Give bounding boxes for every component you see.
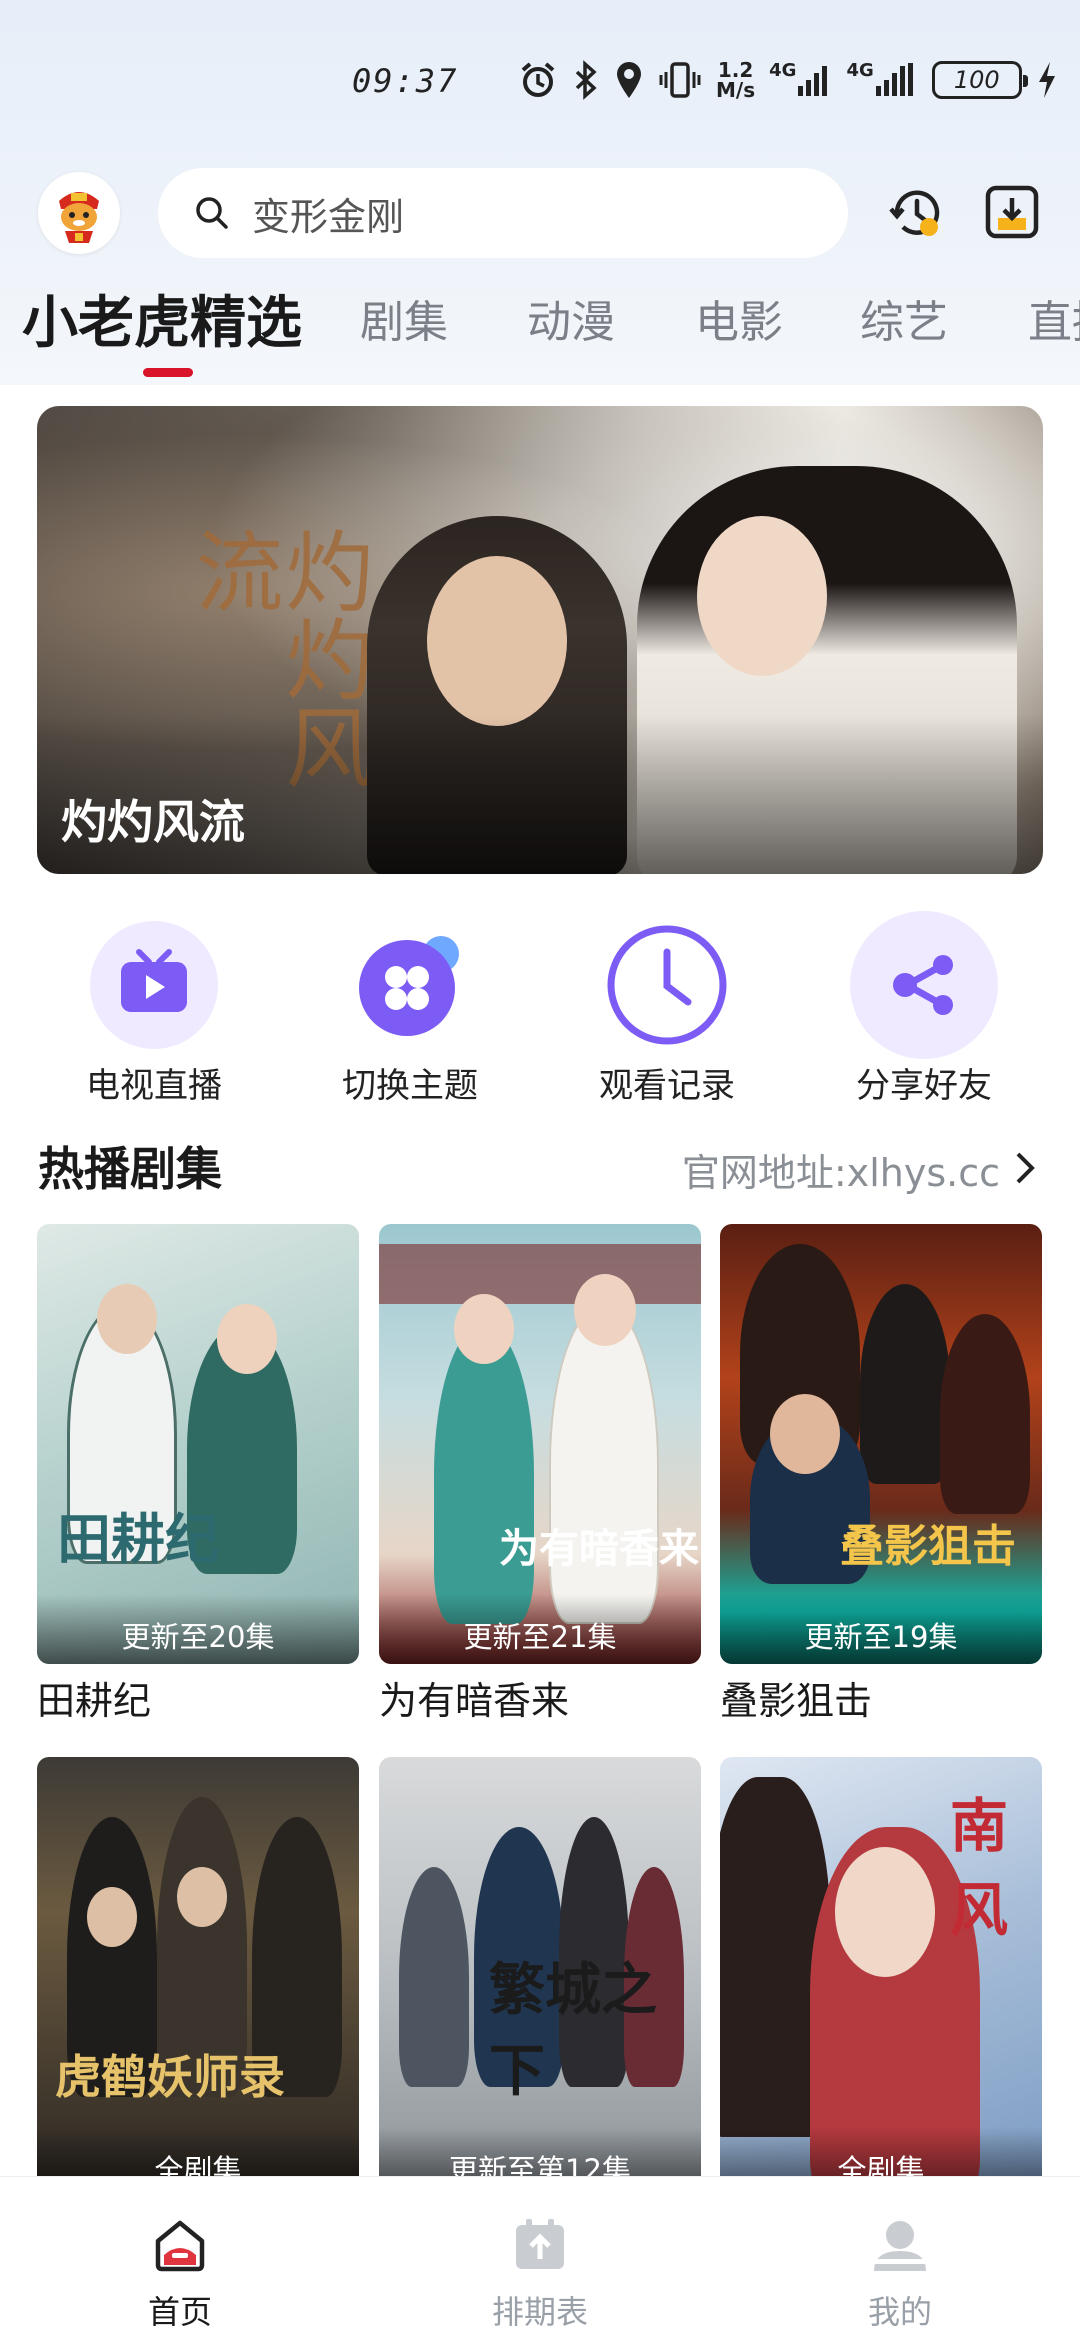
poster-figure bbox=[940, 1314, 1030, 1514]
search-icon bbox=[196, 197, 228, 229]
theme-icon bbox=[335, 910, 485, 1060]
banner-title: 灼灼风流 bbox=[61, 795, 245, 849]
drama-poster[interactable]: 田耕纪 更新至20集 bbox=[37, 1224, 359, 1664]
quick-action-label: 电视直播 bbox=[86, 1066, 222, 1106]
quick-action-share[interactable]: 分享好友 bbox=[824, 900, 1024, 1106]
banner-face-male bbox=[427, 556, 567, 726]
tab-anime[interactable]: 动漫 bbox=[527, 286, 615, 350]
episode-badge-text: 更新至21集 bbox=[463, 1620, 617, 1654]
bluetooth-icon bbox=[572, 60, 600, 100]
vibrate-icon bbox=[658, 60, 702, 100]
poster-roof bbox=[379, 1244, 701, 1304]
active-tab-indicator bbox=[143, 368, 193, 377]
download-icon bbox=[985, 185, 1039, 239]
alarm-icon bbox=[518, 60, 558, 100]
status-icons: 1.2 M/s 4G 4G 100 bbox=[518, 52, 1058, 108]
poster-art-title: 叠影狙击 bbox=[840, 1521, 1016, 1572]
download-button[interactable] bbox=[982, 182, 1042, 242]
net-speed-value: 1.2 bbox=[717, 58, 754, 82]
history-button[interactable] bbox=[884, 180, 950, 246]
drama-title[interactable]: 叠影狙击 bbox=[720, 1670, 872, 1725]
poster-face bbox=[217, 1304, 277, 1374]
section-title: 热播剧集 bbox=[38, 1142, 222, 1196]
drama-poster[interactable]: 叠影狙击 更新至19集 bbox=[720, 1224, 1042, 1664]
drama-poster[interactable]: 南风 全剧集 bbox=[720, 1757, 1042, 2197]
net-speed-unit: M/s bbox=[716, 78, 756, 102]
official-site-link[interactable]: 官网地址:xlhys.cc bbox=[682, 1142, 1000, 1197]
user-icon bbox=[868, 2213, 932, 2277]
episode-badge-text: 更新至20集 bbox=[121, 1620, 275, 1654]
poster-figure bbox=[860, 1284, 950, 1484]
drama-title[interactable]: 田耕纪 bbox=[37, 1670, 151, 1725]
tab-featured[interactable]: 小老虎精选 bbox=[22, 278, 302, 359]
poster-face bbox=[177, 1867, 227, 1927]
charging-icon bbox=[1036, 60, 1058, 100]
net-speed: 1.2 M/s bbox=[716, 60, 755, 100]
episode-badge-text: 更新至19集 bbox=[804, 1620, 958, 1654]
poster-art-title: 繁城之下 bbox=[489, 1957, 657, 2104]
drama-title[interactable]: 为有暗香来 bbox=[379, 1670, 569, 1725]
poster-art-title: 为有暗香来 bbox=[499, 1525, 699, 1572]
clock-icon bbox=[592, 910, 742, 1060]
quick-action-theme[interactable]: 切换主题 bbox=[310, 900, 510, 1106]
chevron-right-icon[interactable] bbox=[1010, 1148, 1040, 1188]
category-tabs: 小老虎精选 剧集 动漫 电影 综艺 直播 bbox=[0, 278, 1080, 378]
tv-play-icon bbox=[79, 910, 229, 1060]
history-clock-icon bbox=[889, 190, 940, 236]
status-bar: 09:37 1.2 M/s 4G 4G 100 bbox=[0, 40, 1080, 120]
tab-live[interactable]: 直播 bbox=[1028, 286, 1080, 350]
quick-action-label: 切换主题 bbox=[342, 1066, 478, 1106]
poster-art-title: 南风 bbox=[950, 1792, 1009, 1944]
nav-schedule[interactable]: 排期表 bbox=[360, 2177, 720, 2340]
quick-action-history[interactable]: 观看记录 bbox=[567, 900, 767, 1106]
quick-actions: 电视直播 切换主题 观看记录 分享好友 bbox=[0, 900, 1080, 1106]
poster-figure bbox=[399, 1867, 469, 2087]
search-bar[interactable]: 变形金刚 bbox=[158, 168, 848, 258]
signal-1-icon: 4G bbox=[769, 59, 832, 98]
quick-action-tv-live[interactable]: 电视直播 bbox=[54, 900, 254, 1106]
nav-profile[interactable]: 我的 bbox=[720, 2177, 1080, 2340]
episode-badge: 更新至20集 bbox=[37, 1594, 359, 1664]
nav-home[interactable]: 首页 bbox=[0, 2177, 360, 2340]
poster-face bbox=[454, 1294, 514, 1364]
avatar[interactable] bbox=[38, 172, 120, 254]
drama-poster[interactable]: 繁城之下 更新至第12集 bbox=[379, 1757, 701, 2197]
battery-icon: 100 bbox=[931, 61, 1028, 99]
nav-label: 排期表 bbox=[491, 2293, 588, 2331]
signal-2-icon: 4G bbox=[846, 59, 917, 98]
banner-face-female bbox=[697, 516, 827, 676]
episode-badge: 更新至21集 bbox=[379, 1594, 701, 1664]
poster-art-title: 虎鹤妖师录 bbox=[55, 2050, 285, 2104]
featured-banner[interactable]: 灼灼风流 灼灼风流 bbox=[37, 406, 1043, 874]
quick-action-label: 分享好友 bbox=[856, 1066, 992, 1106]
home-icon bbox=[148, 2213, 212, 2277]
tab-variety[interactable]: 综艺 bbox=[860, 286, 948, 350]
search-input[interactable]: 变形金刚 bbox=[252, 186, 404, 241]
poster-figure bbox=[434, 1324, 534, 1624]
quick-action-label: 观看记录 bbox=[599, 1066, 735, 1106]
location-icon bbox=[614, 60, 644, 100]
poster-face bbox=[87, 1887, 137, 1947]
nav-label: 我的 bbox=[867, 2293, 932, 2331]
poster-face bbox=[770, 1394, 840, 1474]
poster-face bbox=[97, 1284, 157, 1354]
tiger-mascot-icon bbox=[59, 192, 99, 243]
poster-face bbox=[574, 1274, 636, 1346]
battery-level: 100 bbox=[953, 66, 1000, 94]
status-time: 09:37 bbox=[352, 62, 459, 100]
drama-poster[interactable]: 为有暗香来 更新至21集 bbox=[379, 1224, 701, 1664]
nav-label: 首页 bbox=[147, 2293, 212, 2331]
poster-face bbox=[835, 1847, 935, 1977]
bottom-navigation: 首页 排期表 我的 bbox=[0, 2176, 1080, 2340]
calendar-upload-icon bbox=[508, 2213, 572, 2277]
tab-series[interactable]: 剧集 bbox=[360, 286, 448, 350]
poster-art-title: 田耕纪 bbox=[57, 1507, 219, 1571]
poster-figure bbox=[549, 1304, 659, 1624]
share-icon bbox=[849, 910, 999, 1060]
episode-badge: 更新至19集 bbox=[720, 1594, 1042, 1664]
signal-1-label: 4G bbox=[769, 59, 797, 81]
tab-movies[interactable]: 电影 bbox=[695, 286, 783, 350]
signal-2-label: 4G bbox=[846, 59, 874, 81]
drama-poster[interactable]: 虎鹤妖师录 全剧集 bbox=[37, 1757, 359, 2197]
